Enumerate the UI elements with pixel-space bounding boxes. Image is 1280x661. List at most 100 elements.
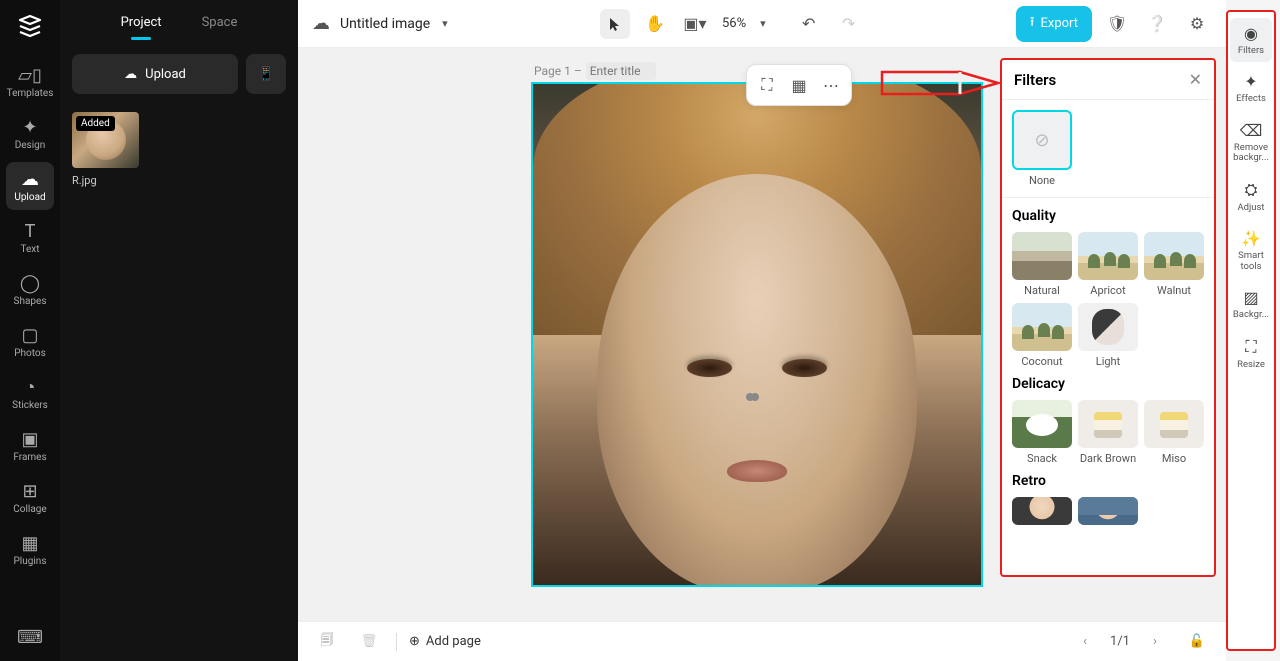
layers-icon[interactable]: 🗐 [312,627,342,657]
nav-plugins[interactable]: ▦Plugins [6,526,54,574]
mobile-icon: 📱 [258,67,275,82]
nav-templates[interactable]: ▱▯Templates [6,58,54,106]
nav-design[interactable]: ✦Design [6,110,54,158]
filter-snack[interactable]: Snack [1012,400,1072,465]
background-icon: ▨ [1243,288,1258,307]
side-panel-tabs: Project Space [60,0,298,44]
next-page-button[interactable]: › [1140,627,1170,657]
filter-retro-1[interactable] [1012,497,1072,525]
cloud-upload-icon: ☁ [124,67,137,82]
add-page-button[interactable]: ⊕ Add page [409,634,481,649]
resize-icon: ⛶ [1245,337,1256,357]
filter-light[interactable]: Light [1078,303,1138,368]
eraser-icon: ⌫ [1240,121,1263,140]
media-thumbnail[interactable]: Added [72,112,139,168]
settings-icon[interactable]: ⚙ [1182,9,1212,39]
shapes-icon: ◯ [20,273,40,293]
filter-natural[interactable]: Natural [1012,232,1072,297]
filters-panel: Filters ✕ ⊘ None Quality Natural Apricot… [1000,58,1216,577]
canvas-area[interactable]: Page 1 – ⛶ ▦ ⋯ Filters [298,48,1226,621]
filter-apricot[interactable]: Apricot [1078,232,1138,297]
templates-icon: ▱▯ [18,65,42,85]
left-rail: ▱▯Templates ✦Design ☁Upload TText ◯Shape… [0,0,60,661]
filters-panel-title: Filters [1014,71,1056,89]
shield-icon[interactable]: 🛡 [1102,9,1132,39]
design-icon: ✦ [22,117,37,137]
nav-shapes[interactable]: ◯Shapes [6,266,54,314]
export-icon: ⭱ [1030,13,1035,35]
right-rail-remove-bg[interactable]: ⌫Remove backgr... [1230,115,1272,170]
filter-none[interactable]: ⊘ None [1012,110,1072,187]
prev-page-button[interactable]: ‹ [1070,627,1100,657]
nav-collage[interactable]: ⊞Collage [6,474,54,522]
cloud-sync-icon[interactable]: ☁ [312,13,330,34]
filters-icon: ◉ [1244,24,1258,43]
chevron-down-icon[interactable]: ▾ [442,17,448,30]
media-item[interactable]: Added R.jpg [72,112,172,187]
redo-button[interactable]: ↷ [834,9,864,39]
crop-selection-button[interactable]: ⛶ [753,71,781,99]
select-tool[interactable] [600,9,630,39]
page-counter: 1/1 [1110,634,1130,649]
nav-stickers[interactable]: ◔Stickers [6,370,54,418]
nav-photos[interactable]: ▢Photos [6,318,54,366]
canvas-image[interactable] [531,82,983,587]
filter-retro-2[interactable] [1078,497,1138,525]
right-rail-smart-tools[interactable]: ✨Smart tools [1230,223,1272,278]
media-filename: R.jpg [72,174,172,187]
frames-icon: ▣ [21,429,38,449]
add-page-icon: ⊕ [409,634,420,649]
tab-space[interactable]: Space [202,7,238,38]
upload-button[interactable]: ☁ Upload [72,54,238,94]
right-rail-effects[interactable]: ✦Effects [1230,66,1272,110]
app-logo [12,8,48,44]
page-title-input[interactable] [586,62,656,80]
right-rail-filters[interactable]: ◉Filters [1230,18,1272,62]
section-delicacy: Delicacy [1012,376,1204,392]
top-bar: ☁ Untitled image ▾ ✋ ▣▾ 56% ▾ ↶ ↷ ⭱ Expo… [298,0,1226,48]
zoom-chevron-icon[interactable]: ▾ [760,17,766,30]
close-icon[interactable]: ✕ [1189,70,1202,89]
plugins-icon: ▦ [21,533,38,553]
filter-miso[interactable]: Miso [1144,400,1204,465]
right-rail-adjust[interactable]: ⛭Adjust [1230,174,1272,219]
filter-walnut[interactable]: Walnut [1144,232,1204,297]
adjust-icon: ⛭ [1245,180,1258,200]
center-area: ☁ Untitled image ▾ ✋ ▣▾ 56% ▾ ↶ ↷ ⭱ Expo… [298,0,1226,661]
undo-button[interactable]: ↶ [794,9,824,39]
bottom-bar: 🗐 🗑 ⊕ Add page ‹ 1/1 › 🔓 [298,621,1226,661]
document-title[interactable]: Untitled image [340,16,430,32]
stickers-icon: ◔ [25,377,36,397]
section-quality: Quality [1012,208,1204,224]
trash-icon[interactable]: 🗑 [354,627,384,657]
nav-frames[interactable]: ▣Frames [6,422,54,470]
tab-project[interactable]: Project [121,7,162,38]
page-label: Page 1 – [534,62,656,80]
photos-icon: ▢ [21,325,38,345]
nav-keyboard[interactable]: ⌨ [6,613,54,661]
keyboard-icon: ⌨ [17,627,43,647]
magic-icon: ✨ [1241,229,1261,248]
export-button[interactable]: ⭱ Export [1016,6,1092,42]
upload-mobile-button[interactable]: 📱 [246,54,286,94]
section-retro: Retro [1012,473,1204,489]
more-selection-button[interactable]: ⋯ [817,71,845,99]
filter-coconut[interactable]: Coconut [1012,303,1072,368]
right-rail: ◉Filters ✦Effects ⌫Remove backgr... ⛭Adj… [1226,10,1276,651]
hand-tool[interactable]: ✋ [640,9,670,39]
collage-icon: ⊞ [22,481,37,501]
zoom-level[interactable]: 56% [722,16,746,31]
filter-dark-brown[interactable]: Dark Brown [1078,400,1138,465]
help-icon[interactable]: ❔ [1142,9,1172,39]
grid-selection-button[interactable]: ▦ [785,71,813,99]
right-rail-background[interactable]: ▨Backgr... [1230,282,1272,326]
lock-icon[interactable]: 🔓 [1182,627,1212,657]
text-icon: T [25,221,36,241]
side-panel: Project Space ☁ Upload 📱 Added R.jpg [60,0,298,661]
right-rail-resize[interactable]: ⛶Resize [1230,331,1272,376]
crop-tool[interactable]: ▣▾ [680,9,710,39]
nav-text[interactable]: TText [6,214,54,262]
nav-upload[interactable]: ☁Upload [6,162,54,210]
effects-icon: ✦ [1244,72,1257,91]
media-added-badge: Added [76,116,115,131]
